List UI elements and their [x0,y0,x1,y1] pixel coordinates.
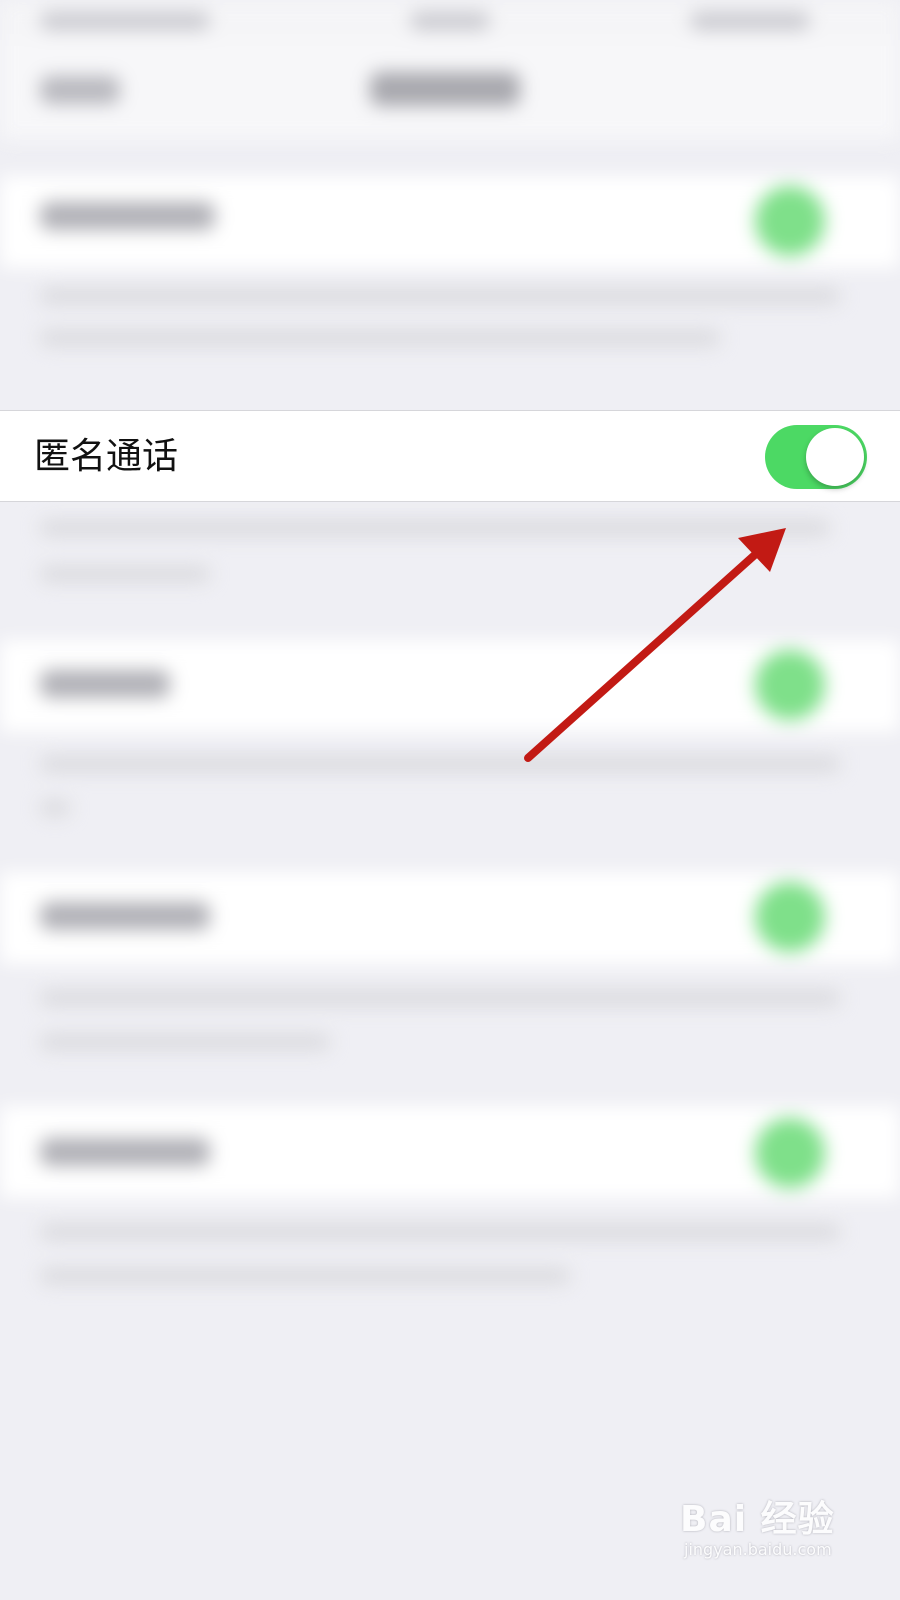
settings-cell-4-label [40,902,210,930]
settings-cell-3-toggle[interactable] [755,650,825,720]
settings-cell-1-desc-line-2 [40,330,720,346]
anonymous-call-toggle[interactable] [765,425,867,489]
baidu-watermark: Bai 经验 jingyan.baidu.com [680,1482,850,1572]
status-bar-carrier [40,12,210,30]
settings-cell-4-desc-line-1 [40,990,840,1006]
settings-cell-5-label [40,1138,210,1166]
watermark-url: jingyan.baidu.com [684,1540,832,1559]
settings-cell-5-toggle[interactable] [755,1118,825,1188]
settings-cell-4-desc-line-2 [40,1034,330,1050]
watermark-brand: Bai 经验 [680,1499,835,1540]
blurred-background [0,0,900,1600]
settings-cell-1-toggle[interactable] [755,186,825,256]
toggle-knob [806,428,864,486]
settings-cell-3-label [40,670,170,698]
settings-cell-4-toggle[interactable] [755,882,825,952]
anonymous-call-row: 匿名通话 [0,410,900,502]
settings-cell-5-desc-line-2 [40,1268,570,1284]
status-bar-battery [690,12,810,30]
settings-cell-3-desc-line-1 [40,756,840,772]
settings-cell-5-desc-line-1 [40,1224,840,1240]
anonymous-call-desc-line-2 [40,566,210,582]
settings-cell-1-desc-line-1 [40,288,840,304]
settings-cell-1-label [40,202,215,230]
back-button[interactable] [40,76,120,104]
nav-title [370,72,520,106]
anonymous-call-label: 匿名通话 [34,436,179,477]
settings-cell-3-desc-line-2 [40,800,70,816]
anonymous-call-desc-line-1 [40,520,830,536]
status-bar-time [410,12,490,30]
